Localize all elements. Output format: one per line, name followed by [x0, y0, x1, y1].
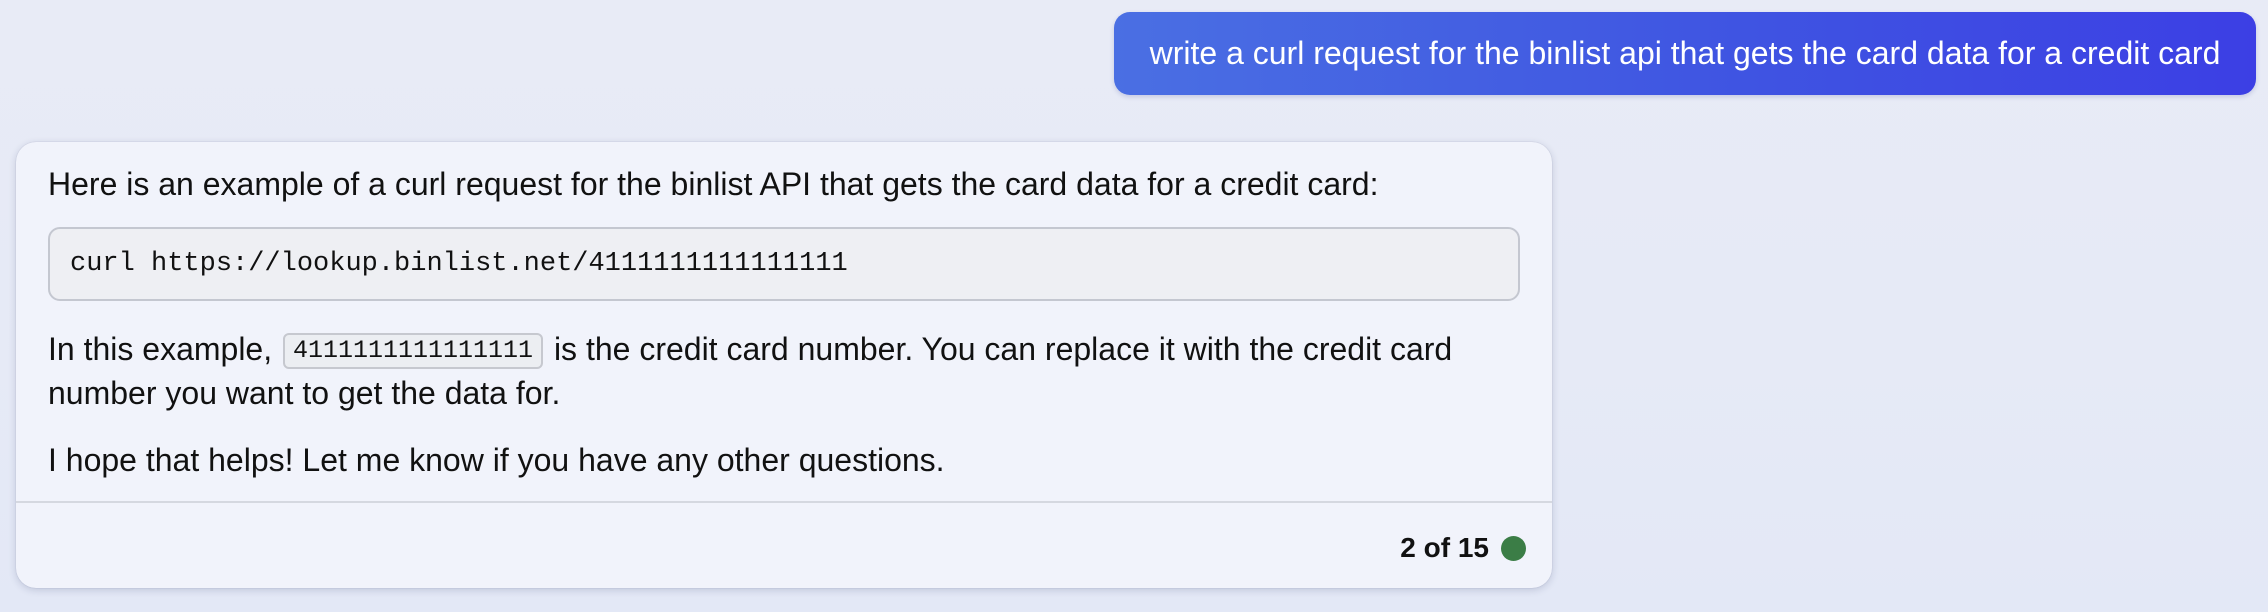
status-dot-icon — [1501, 535, 1526, 561]
response-intro: Here is an example of a curl request for… — [48, 166, 1379, 202]
code-block[interactable]: curl https://lookup.binlist.net/41111111… — [48, 227, 1520, 301]
assistant-response-card: Here is an example of a curl request for… — [16, 142, 1552, 588]
draft-counter[interactable]: 2 of 15 — [1400, 532, 1489, 564]
user-message-text: write a curl request for the binlist api… — [1149, 35, 2221, 71]
response-footer: 2 of 15 — [1400, 528, 1526, 568]
footer-divider — [16, 501, 1552, 503]
code-text: curl https://lookup.binlist.net/41111111… — [70, 249, 848, 279]
response-explanation: In this example, 4111111111111111 is the… — [48, 327, 1528, 415]
inline-code-card-number: 4111111111111111 — [283, 333, 544, 369]
explanation-before: In this example, — [48, 331, 281, 367]
user-message-bubble: write a curl request for the binlist api… — [1114, 12, 2256, 95]
response-closing: I hope that helps! Let me know if you ha… — [48, 442, 945, 478]
